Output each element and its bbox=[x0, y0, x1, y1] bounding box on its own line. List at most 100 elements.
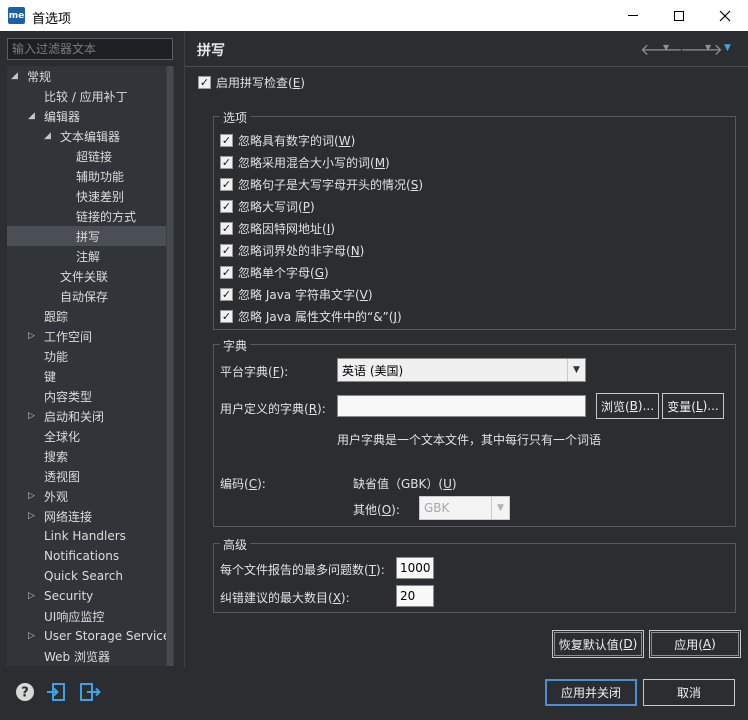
back-dropdown-icon[interactable]: ▼ bbox=[663, 43, 669, 52]
max-problems-input[interactable]: 1000 bbox=[396, 557, 434, 579]
spelling-page: ✓ 启用拼写检查(E) 选项 ✓ 忽略具有数字的词(W) ✓ 忽略采用混合大小写的词(… bbox=[185, 68, 748, 668]
default-encoding-radio[interactable]: 缺省值（GBK）(U) bbox=[353, 475, 457, 492]
option-checkbox[interactable]: ✓ 忽略采用混合大小写的词(M) bbox=[220, 154, 390, 171]
filter-input[interactable] bbox=[7, 38, 173, 60]
user-dictionary-input[interactable] bbox=[337, 395, 586, 417]
tree-item[interactable]: 功能 bbox=[7, 346, 173, 366]
encoding-label: 编码(C): bbox=[220, 477, 266, 491]
tree-scrollbar[interactable] bbox=[166, 66, 174, 666]
tree-item[interactable]: 文件关联 bbox=[7, 266, 173, 286]
tree-item[interactable]: ▷ 网络连接 bbox=[7, 506, 173, 526]
tree-item[interactable]: 跟踪 bbox=[7, 306, 173, 326]
enable-spell-checkbox[interactable]: ✓ 启用拼写检查(E) bbox=[198, 74, 305, 91]
option-checkbox[interactable]: ✓ 忽略句子是大写字母开头的情况(S) bbox=[220, 176, 423, 193]
tree-item-label: 注解 bbox=[76, 249, 101, 264]
minimize-icon bbox=[628, 15, 638, 16]
checkbox-check-icon: ✓ bbox=[220, 244, 233, 257]
apply-button[interactable]: 应用(A) bbox=[649, 630, 741, 658]
tree-item[interactable]: 比较 / 应用补丁 bbox=[7, 86, 173, 106]
enable-spell-label: 启用拼写检查(E) bbox=[216, 76, 305, 90]
back-arrow-icon[interactable]: 🡐 bbox=[640, 39, 683, 59]
tree-item[interactable]: ▷ 启动和关闭 bbox=[7, 406, 173, 426]
expand-icon[interactable]: ▷ bbox=[28, 411, 35, 421]
help-icon[interactable]: ? bbox=[15, 682, 35, 702]
tree-item[interactable]: 辅助功能 bbox=[7, 166, 173, 186]
options-group-title: 选项 bbox=[220, 109, 251, 126]
option-checkbox[interactable]: ✓ 忽略 Java 属性文件中的“&”(J) bbox=[220, 308, 402, 325]
tree-item[interactable]: 搜索 bbox=[7, 446, 173, 466]
variables-button[interactable]: 变量(L)... bbox=[662, 393, 724, 419]
other-encoding-radio[interactable]: 其他(O): bbox=[353, 501, 400, 518]
tree-item[interactable]: 键 bbox=[7, 366, 173, 386]
minimize-button[interactable] bbox=[610, 0, 656, 31]
svg-text:?: ? bbox=[21, 686, 29, 701]
tree-item[interactable]: 拼写 bbox=[7, 226, 173, 246]
expand-icon[interactable]: ▷ bbox=[28, 631, 35, 641]
tree-item[interactable]: 注解 bbox=[7, 246, 173, 266]
max-suggestions-input[interactable]: 20 bbox=[396, 585, 434, 607]
collapse-icon[interactable]: ◢ bbox=[28, 111, 35, 121]
close-button[interactable] bbox=[702, 0, 748, 31]
tree-item[interactable]: ◢ 编辑器 bbox=[7, 106, 173, 126]
tree-item-label: 编辑器 bbox=[44, 109, 81, 124]
apply-and-close-button[interactable]: 应用并关闭 bbox=[545, 679, 637, 706]
other-encoding-select: GBK ▼ bbox=[419, 496, 510, 520]
tree-item-label: Web 浏览器 bbox=[44, 649, 110, 664]
tree-item-label: User Storage Service bbox=[44, 629, 171, 643]
forward-arrow-icon[interactable]: 🡒 bbox=[680, 39, 723, 59]
preference-tree: ◢ 常规比较 / 应用补丁 ◢ 编辑器 ◢ 文本编辑器 超链接 辅助功能 快速差别链接的方式拼写… bbox=[7, 66, 173, 666]
browse-button[interactable]: 浏览(B)... bbox=[596, 393, 659, 419]
tree-item[interactable]: ▷ User Storage Service bbox=[7, 626, 173, 646]
title-bar: me 首选项 bbox=[0, 0, 748, 31]
tree-item[interactable]: ▷ Security bbox=[7, 586, 173, 606]
tree-item[interactable]: Quick Search bbox=[7, 566, 173, 586]
max-suggestions-label: 纠错建议的最大数目(X): bbox=[220, 591, 350, 605]
collapse-icon[interactable]: ◢ bbox=[11, 71, 18, 81]
tree-item[interactable]: 透视图 bbox=[7, 466, 173, 486]
tree-item[interactable]: ▷ 工作空间 bbox=[7, 326, 173, 346]
option-label: 忽略单个字母(G) bbox=[238, 266, 329, 280]
other-encoding-value: GBK bbox=[424, 501, 450, 515]
view-menu-icon[interactable]: ▼ bbox=[724, 43, 731, 53]
restore-defaults-button[interactable]: 恢复默认值(D) bbox=[552, 630, 644, 658]
tree-item[interactable]: Notifications bbox=[7, 546, 173, 566]
tree-item[interactable]: Link Handlers bbox=[7, 526, 173, 546]
export-icon[interactable] bbox=[79, 682, 101, 702]
forward-dropdown-icon[interactable]: ▼ bbox=[705, 43, 711, 52]
option-checkbox[interactable]: ✓ 忽略 Java 字符串文字(V) bbox=[220, 286, 373, 303]
tree-item-label: 常规 bbox=[27, 69, 52, 84]
tree-item-label: Link Handlers bbox=[44, 529, 126, 543]
tree-item[interactable]: 超链接 bbox=[7, 146, 173, 166]
maximize-button[interactable] bbox=[656, 0, 702, 31]
expand-icon[interactable]: ▷ bbox=[28, 331, 35, 341]
checkbox-check-icon: ✓ bbox=[220, 156, 233, 169]
option-label: 忽略具有数字的词(W) bbox=[238, 134, 356, 148]
tree-item[interactable]: ◢ 文本编辑器 bbox=[7, 126, 173, 146]
tree-item[interactable]: 内容类型 bbox=[7, 386, 173, 406]
tree-item[interactable]: UI响应监控 bbox=[7, 606, 173, 626]
option-checkbox[interactable]: ✓ 忽略大写词(P) bbox=[220, 198, 315, 215]
platform-dictionary-select[interactable]: 英语 (美国) ▼ bbox=[337, 358, 586, 382]
tree-item[interactable]: ◢ 常规 bbox=[7, 66, 173, 86]
platform-dictionary-label: 平台字典(F): bbox=[220, 365, 289, 379]
option-checkbox[interactable]: ✓ 忽略具有数字的词(W) bbox=[220, 132, 355, 149]
tree-item[interactable]: ▷ 外观 bbox=[7, 486, 173, 506]
tree-item[interactable]: 全球化 bbox=[7, 426, 173, 446]
import-icon[interactable] bbox=[46, 682, 66, 702]
scrollbar-thumb[interactable] bbox=[167, 66, 173, 666]
expand-icon[interactable]: ▷ bbox=[28, 511, 35, 521]
tree-item[interactable]: 快速差别 bbox=[7, 186, 173, 206]
tree-item-label: 内容类型 bbox=[44, 389, 93, 404]
tree-item[interactable]: 自动保存 bbox=[7, 286, 173, 306]
option-checkbox[interactable]: ✓ 忽略因特网地址(I) bbox=[220, 220, 335, 237]
expand-icon[interactable]: ▷ bbox=[28, 491, 35, 501]
cancel-button[interactable]: 取消 bbox=[643, 679, 735, 706]
collapse-icon[interactable]: ◢ bbox=[44, 131, 51, 141]
expand-icon[interactable]: ▷ bbox=[28, 591, 35, 601]
option-label: 忽略大写词(P) bbox=[238, 200, 315, 214]
option-checkbox[interactable]: ✓ 忽略单个字母(G) bbox=[220, 264, 329, 281]
option-checkbox[interactable]: ✓ 忽略词界处的非字母(N) bbox=[220, 242, 364, 259]
tree-item[interactable]: 链接的方式 bbox=[7, 206, 173, 226]
tree-item[interactable]: Web 浏览器 bbox=[7, 646, 173, 666]
tree-item-label: 链接的方式 bbox=[76, 209, 137, 224]
